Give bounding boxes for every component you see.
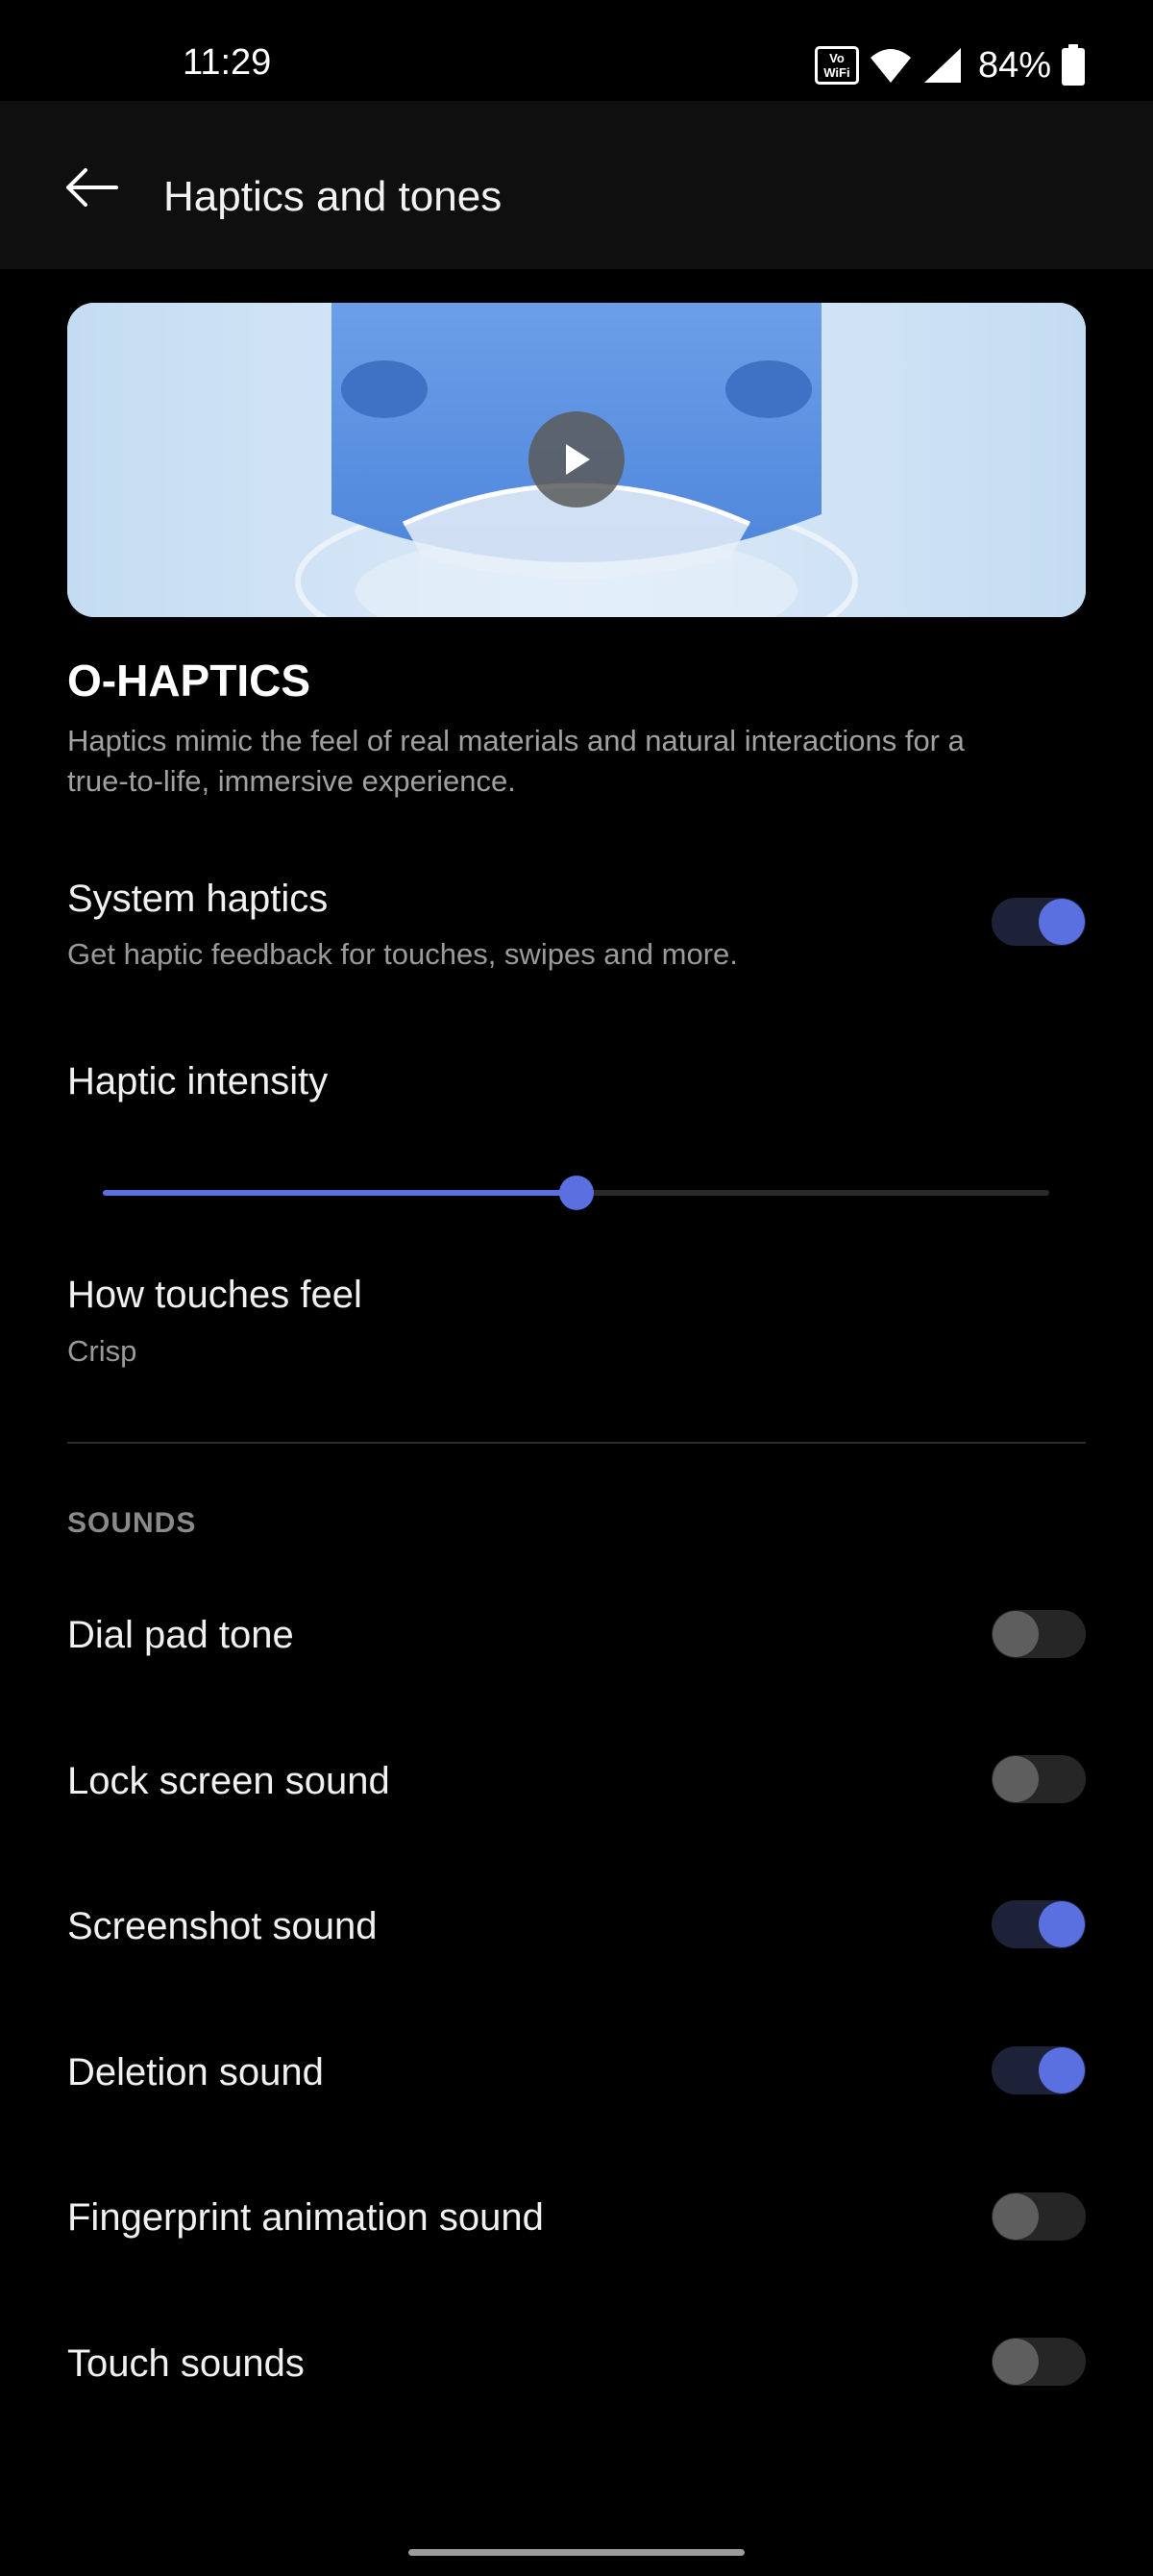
toggle-knob bbox=[1039, 2047, 1085, 2093]
back-arrow-icon bbox=[66, 168, 118, 207]
sound-row-label: Screenshot sound bbox=[67, 1905, 378, 1947]
sound-row-label: Deletion sound bbox=[67, 2051, 324, 2093]
haptics-video-preview[interactable] bbox=[67, 303, 1086, 617]
how-touches-feel-label: How touches feel bbox=[67, 1274, 362, 1316]
ohaptics-description: Haptics mimic the feel of real materials… bbox=[67, 724, 965, 798]
slider-fill bbox=[103, 1190, 576, 1196]
status-icons: Vo WiFi 84% bbox=[814, 42, 1086, 88]
system-haptics-toggle[interactable] bbox=[992, 898, 1086, 946]
vowifi-label-top: Vo bbox=[829, 51, 845, 65]
status-time: 11:29 bbox=[183, 42, 272, 83]
vowifi-label-bottom: WiFi bbox=[823, 65, 850, 80]
dial-pad-tone-toggle[interactable] bbox=[992, 1610, 1086, 1658]
toggle-knob bbox=[993, 1756, 1039, 1802]
fingerprint-animation-sound-toggle[interactable] bbox=[992, 2192, 1086, 2241]
battery-icon bbox=[1062, 44, 1085, 86]
screenshot-sound-toggle[interactable] bbox=[992, 1900, 1086, 1948]
system-haptics-subtitle: Get haptic feedback for touches, swipes … bbox=[67, 937, 738, 971]
play-button[interactable] bbox=[528, 411, 625, 508]
status-bar: 11:29 Vo WiFi 84% bbox=[0, 0, 1153, 101]
sound-row-label: Touch sounds bbox=[67, 2342, 305, 2385]
deletion-sound-toggle[interactable] bbox=[992, 2046, 1086, 2094]
battery-percent: 84% bbox=[977, 44, 1051, 86]
home-indicator[interactable] bbox=[408, 2549, 745, 2556]
divider bbox=[67, 1442, 1086, 1444]
toggle-knob bbox=[993, 2193, 1039, 2240]
system-haptics-label: System haptics bbox=[67, 878, 329, 920]
wifi-icon bbox=[870, 49, 911, 83]
back-button[interactable] bbox=[58, 154, 125, 221]
how-touches-feel-value: Crisp bbox=[67, 1334, 137, 1368]
haptic-intensity-label: Haptic intensity bbox=[67, 1060, 329, 1102]
vowifi-icon: Vo WiFi bbox=[814, 46, 859, 85]
sound-row-label: Fingerprint animation sound bbox=[67, 2196, 544, 2239]
sound-row-label: Lock screen sound bbox=[67, 1760, 390, 1802]
touch-sounds-toggle[interactable] bbox=[992, 2338, 1086, 2386]
toggle-knob bbox=[1039, 899, 1085, 945]
play-icon bbox=[566, 444, 590, 475]
toggle-knob bbox=[993, 2339, 1039, 2385]
haptic-intensity-slider[interactable] bbox=[103, 1176, 1049, 1210]
lock-screen-sound-toggle[interactable] bbox=[992, 1755, 1086, 1803]
section-header-sounds: SOUNDS bbox=[67, 1507, 197, 1539]
cell-signal-icon bbox=[923, 48, 961, 83]
slider-thumb[interactable] bbox=[558, 1176, 594, 1210]
toggle-knob bbox=[1039, 1901, 1085, 1947]
section-title-ohaptics: O-HAPTICS bbox=[67, 656, 310, 706]
page-title: Haptics and tones bbox=[163, 173, 503, 220]
toggle-knob bbox=[993, 1611, 1039, 1657]
app-bar: Haptics and tones bbox=[0, 101, 1153, 269]
sound-row-label: Dial pad tone bbox=[67, 1614, 294, 1656]
